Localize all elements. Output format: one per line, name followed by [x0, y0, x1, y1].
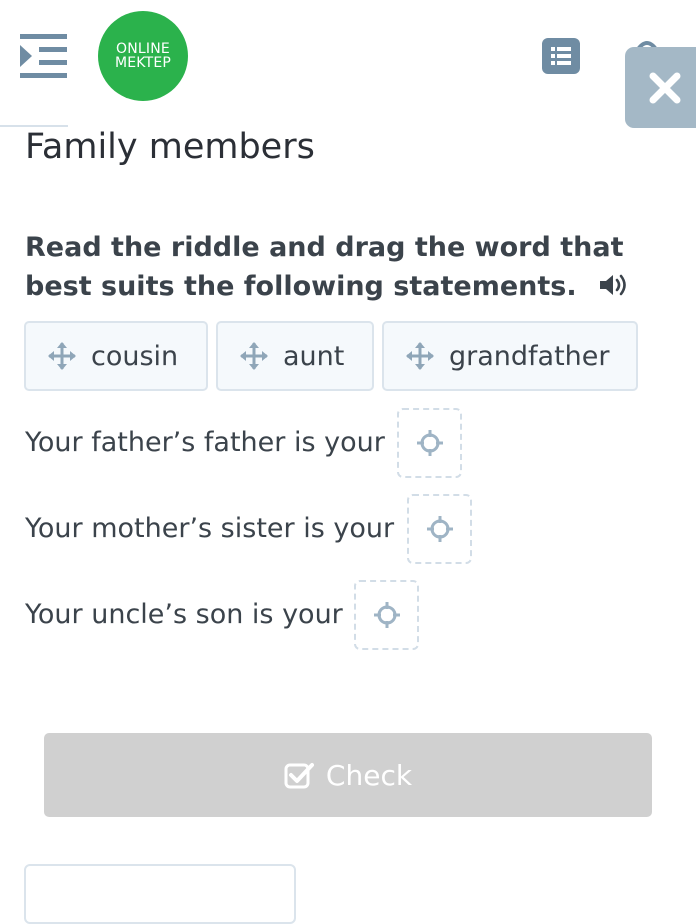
statement-1: Your father’s father is your [25, 427, 385, 458]
secondary-button[interactable] [24, 864, 296, 924]
word-chip-label: grandfather [449, 340, 610, 372]
statement-3: Your uncle’s son is your [25, 599, 343, 630]
page-title: Family members [25, 127, 315, 167]
crosshair-icon [416, 430, 443, 456]
crosshair-icon [373, 602, 400, 628]
drop-zone-1[interactable] [397, 408, 462, 478]
logo-line-2: MEKTEP [114, 55, 172, 71]
check-button-label: Check [325, 758, 413, 792]
close-icon [649, 72, 681, 103]
instruction-text: Read the riddle and drag the word that b… [25, 228, 675, 306]
word-chip-label: aunt [283, 340, 345, 372]
instruction-label: Read the riddle and drag the word that b… [25, 232, 624, 302]
drop-zone-3[interactable] [354, 580, 419, 650]
word-chip-aunt[interactable]: aunt [216, 321, 374, 391]
statement-2: Your mother’s sister is your [25, 513, 395, 544]
checkbox-icon [284, 763, 314, 789]
close-button[interactable] [625, 47, 696, 128]
menu-button[interactable] [14, 30, 72, 84]
crosshair-icon [426, 516, 453, 542]
check-button[interactable]: Check [44, 733, 652, 817]
drop-zone-2[interactable] [407, 494, 472, 564]
move-icon [48, 342, 76, 370]
word-chip-grandfather[interactable]: grandfather [382, 321, 638, 391]
contents-list-button[interactable] [542, 38, 580, 74]
word-chip-cousin[interactable]: cousin [24, 321, 208, 391]
online-mektep-logo: ONLINE MEKTEP [98, 11, 188, 101]
list-icon [551, 47, 571, 65]
move-icon [240, 342, 268, 370]
logo-line-1: ONLINE [116, 41, 170, 57]
word-chip-label: cousin [91, 340, 179, 372]
speaker-icon[interactable] [599, 273, 629, 297]
menu-indent-icon [20, 34, 67, 78]
move-icon [406, 342, 434, 370]
